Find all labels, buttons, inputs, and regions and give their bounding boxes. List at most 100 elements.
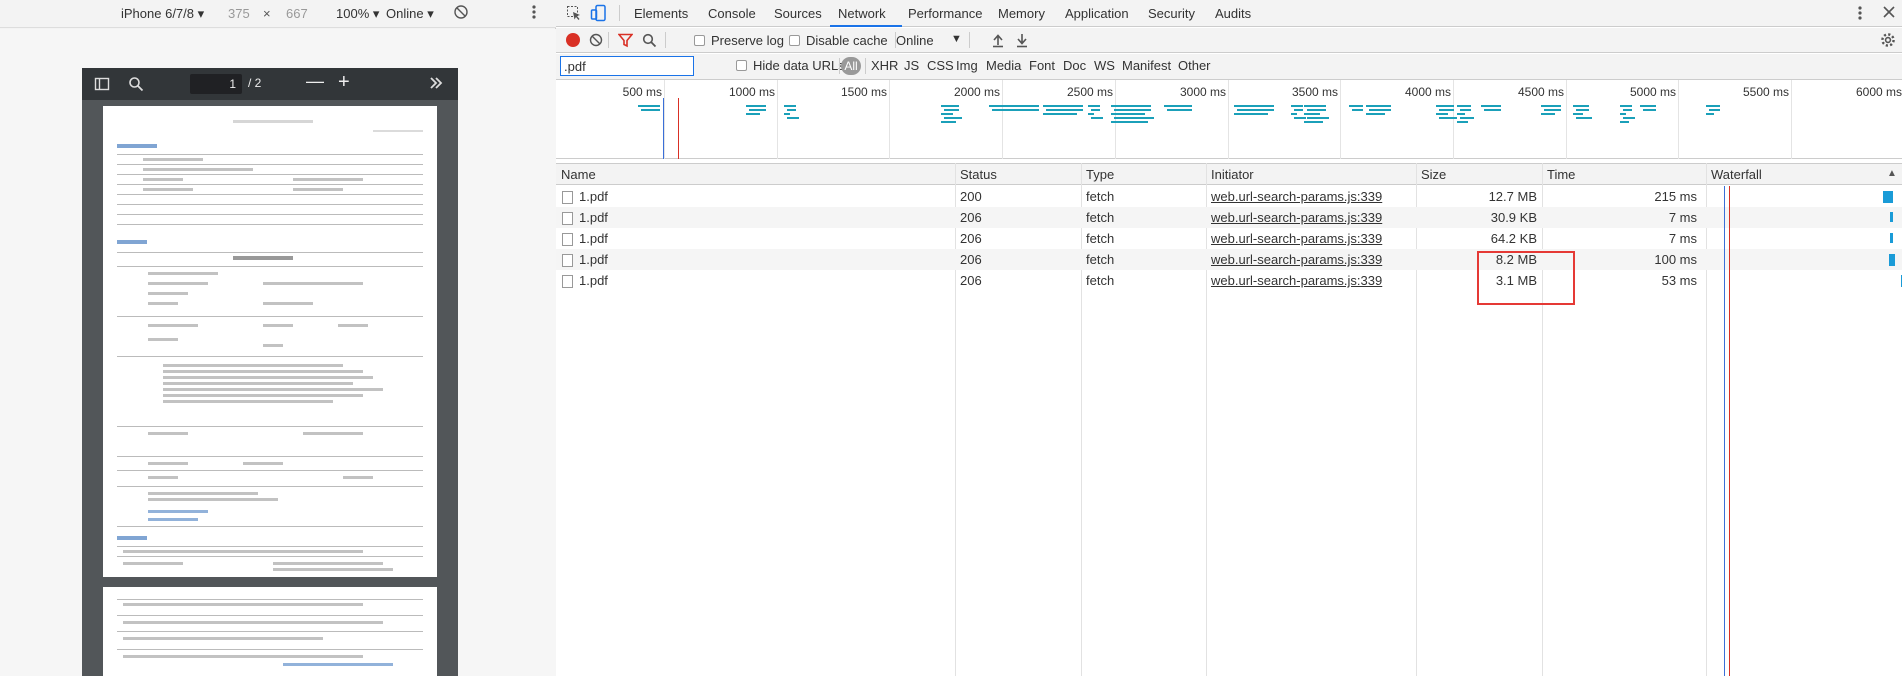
search-icon[interactable] bbox=[128, 76, 144, 95]
overview-activity-bar bbox=[1237, 109, 1274, 111]
tab-application[interactable]: Application bbox=[1065, 6, 1129, 21]
filter-icon[interactable] bbox=[617, 33, 634, 51]
table-row[interactable]: 1.pdf 206 fetch web.url-search-params.js:33… bbox=[556, 228, 1902, 249]
type-filter-css[interactable]: CSS bbox=[927, 58, 954, 73]
filter-input[interactable]: .pdf bbox=[560, 56, 694, 76]
device-height[interactable]: 667 bbox=[286, 6, 308, 21]
inspect-element-icon[interactable] bbox=[566, 5, 582, 24]
import-har-icon[interactable] bbox=[991, 32, 1005, 51]
column-time[interactable]: Time bbox=[1547, 167, 1575, 182]
hide-data-urls-checkbox[interactable] bbox=[736, 60, 747, 71]
overview-activity-bar bbox=[944, 109, 959, 111]
tab-performance[interactable]: Performance bbox=[908, 6, 982, 21]
overview-activity-bar bbox=[1304, 113, 1320, 115]
request-name[interactable]: 1.pdf bbox=[579, 252, 608, 267]
emulated-viewport: 1 / 2 — + bbox=[0, 29, 556, 682]
type-filter-doc[interactable]: Doc bbox=[1063, 58, 1086, 73]
column-status[interactable]: Status bbox=[960, 167, 997, 182]
table-row[interactable]: 1.pdf 206 fetch web.url-search-params.js:33… bbox=[556, 207, 1902, 228]
overview-activity-bar bbox=[1620, 113, 1626, 115]
tab-security[interactable]: Security bbox=[1148, 6, 1195, 21]
overview-activity-bar bbox=[787, 109, 796, 111]
column-name[interactable]: Name bbox=[561, 167, 596, 182]
request-initiator-link[interactable]: web.url-search-params.js:339 bbox=[1211, 273, 1382, 288]
export-har-icon[interactable] bbox=[1015, 32, 1029, 51]
overview-activity-bar bbox=[1484, 109, 1501, 111]
overview-activity-bar bbox=[941, 113, 953, 115]
overview-activity-bar bbox=[1541, 113, 1555, 115]
type-filter-img[interactable]: Img bbox=[956, 58, 978, 73]
chevron-double-right-icon[interactable] bbox=[428, 75, 444, 94]
clear-icon[interactable] bbox=[589, 33, 603, 50]
tab-network[interactable]: Network bbox=[838, 6, 886, 21]
type-filter-ws[interactable]: WS bbox=[1094, 58, 1115, 73]
device-width[interactable]: 375 bbox=[228, 6, 250, 21]
tab-audits[interactable]: Audits bbox=[1215, 6, 1251, 21]
close-icon[interactable] bbox=[1882, 5, 1896, 22]
search-icon[interactable] bbox=[642, 33, 657, 51]
page-number-input[interactable]: 1 bbox=[190, 74, 242, 94]
device-select[interactable]: iPhone 6/7/8 ▾ bbox=[121, 6, 204, 22]
preserve-log-checkbox[interactable] bbox=[694, 35, 705, 46]
table-row[interactable]: 1.pdf 200 fetch web.url-search-params.js:33… bbox=[556, 186, 1902, 207]
network-throttle-select[interactable]: Online ▾ bbox=[386, 6, 434, 22]
more-options-icon[interactable] bbox=[532, 4, 536, 23]
request-initiator-link[interactable]: web.url-search-params.js:339 bbox=[1211, 189, 1382, 204]
overview-activity-bar bbox=[1349, 105, 1363, 107]
type-filter-xhr[interactable]: XHR bbox=[871, 58, 898, 73]
request-initiator-link[interactable]: web.url-search-params.js:339 bbox=[1211, 210, 1382, 225]
chevron-down-icon: ▼ bbox=[951, 33, 962, 45]
sort-ascending-icon[interactable]: ▲ bbox=[1887, 168, 1897, 179]
overview-activity-bar bbox=[1709, 109, 1720, 111]
disable-cache-checkbox[interactable] bbox=[789, 35, 800, 46]
devtools-panel: Elements Console Sources Network Perform… bbox=[556, 0, 1902, 676]
column-type[interactable]: Type bbox=[1086, 167, 1114, 182]
table-row[interactable]: 1.pdf 206 fetch web.url-search-params.js:33… bbox=[556, 249, 1902, 270]
overview-tick-label: 4000 ms bbox=[1404, 85, 1451, 99]
sidebar-toggle-icon[interactable] bbox=[94, 76, 110, 95]
zoom-out-button[interactable]: — bbox=[306, 71, 324, 92]
tab-sources[interactable]: Sources bbox=[774, 6, 822, 21]
tab-elements[interactable]: Elements bbox=[634, 6, 688, 21]
request-initiator-link[interactable]: web.url-search-params.js:339 bbox=[1211, 252, 1382, 267]
dimension-separator: × bbox=[263, 6, 271, 21]
file-icon bbox=[562, 275, 573, 288]
type-filter-all[interactable]: All bbox=[841, 57, 861, 75]
column-waterfall[interactable]: Waterfall bbox=[1711, 167, 1762, 182]
rotate-icon[interactable] bbox=[453, 4, 469, 23]
type-filter-other[interactable]: Other bbox=[1178, 58, 1211, 73]
timeline-overview[interactable]: 500 ms 1000 ms 1500 ms 2000 ms 2500 ms 3000 m… bbox=[556, 80, 1902, 159]
more-options-icon[interactable] bbox=[1858, 5, 1862, 24]
request-initiator-link[interactable]: web.url-search-params.js:339 bbox=[1211, 231, 1382, 246]
overview-activity-bar bbox=[1164, 105, 1192, 107]
zoom-in-button[interactable]: + bbox=[338, 71, 350, 94]
column-size[interactable]: Size bbox=[1421, 167, 1446, 182]
table-row[interactable]: 1.pdf 206 fetch web.url-search-params.js:33… bbox=[556, 270, 1902, 291]
overview-activity-bar bbox=[1291, 113, 1297, 115]
device-toggle-icon[interactable] bbox=[590, 4, 608, 25]
overview-activity-bar bbox=[749, 109, 766, 111]
type-filter-font[interactable]: Font bbox=[1029, 58, 1055, 73]
overview-activity-bar bbox=[1291, 105, 1303, 107]
request-name[interactable]: 1.pdf bbox=[579, 231, 608, 246]
type-filter-manifest[interactable]: Manifest bbox=[1122, 58, 1171, 73]
overview-activity-bar bbox=[1091, 117, 1103, 119]
type-filter-js[interactable]: JS bbox=[904, 58, 919, 73]
overview-activity-bar bbox=[1046, 109, 1083, 111]
pdf-page-1 bbox=[103, 106, 437, 577]
tab-console[interactable]: Console bbox=[708, 6, 756, 21]
overview-activity-bar bbox=[1043, 113, 1077, 115]
overview-tick-line bbox=[1228, 80, 1229, 159]
request-name[interactable]: 1.pdf bbox=[579, 210, 608, 225]
request-name[interactable]: 1.pdf bbox=[579, 273, 608, 288]
request-name[interactable]: 1.pdf bbox=[579, 189, 608, 204]
zoom-select[interactable]: 100% ▾ bbox=[336, 6, 379, 22]
tab-memory[interactable]: Memory bbox=[998, 6, 1045, 21]
column-initiator[interactable]: Initiator bbox=[1211, 167, 1254, 182]
type-filter-media[interactable]: Media bbox=[986, 58, 1021, 73]
overview-activity-bar bbox=[1576, 109, 1589, 111]
toolbar-divider bbox=[665, 32, 666, 48]
request-status: 206 bbox=[960, 231, 982, 246]
record-icon[interactable] bbox=[566, 33, 580, 47]
gear-icon[interactable] bbox=[1880, 32, 1896, 51]
